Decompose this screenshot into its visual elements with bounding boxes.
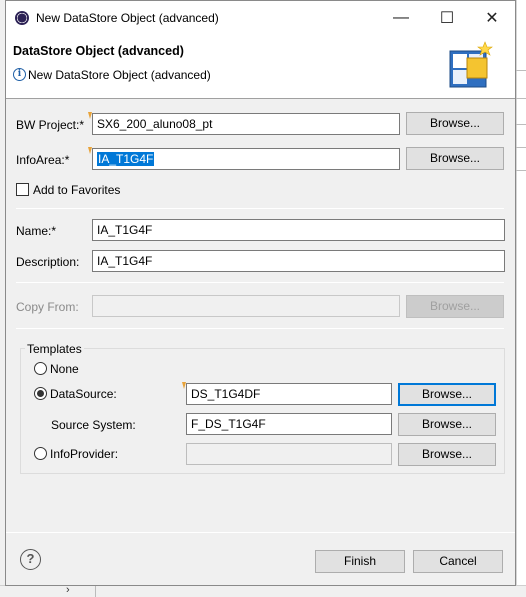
- bw-project-browse-button[interactable]: Browse...: [406, 112, 504, 135]
- bw-project-field[interactable]: SX6_200_aluno08_pt: [92, 113, 400, 135]
- add-to-favorites-label: Add to Favorites: [33, 183, 121, 197]
- infoprovider-browse-button[interactable]: Browse...: [398, 443, 496, 466]
- source-system-browse-button[interactable]: Browse...: [398, 413, 496, 436]
- title-bar[interactable]: New DataStore Object (advanced) — ☐ ✕: [6, 1, 515, 35]
- finish-button[interactable]: Finish: [315, 550, 405, 573]
- copy-from-browse-button[interactable]: Browse...: [406, 295, 504, 318]
- datasource-radio[interactable]: [34, 387, 47, 400]
- window-title: New DataStore Object (advanced): [36, 11, 219, 25]
- add-to-favorites-checkbox[interactable]: [16, 183, 29, 196]
- name-label: Name:*: [16, 224, 57, 238]
- datasource-label: DataSource:: [50, 387, 117, 401]
- separator: [16, 208, 504, 209]
- footer-separator: [6, 532, 515, 533]
- background-statusbar: [0, 585, 526, 597]
- background-divider: [95, 586, 96, 597]
- infoarea-browse-button[interactable]: Browse...: [406, 147, 504, 170]
- info-icon: i: [13, 68, 26, 81]
- infoarea-field[interactable]: IA_T1G4F: [92, 148, 400, 170]
- help-icon[interactable]: ?: [20, 549, 41, 570]
- maximize-button[interactable]: ☐: [424, 1, 470, 35]
- separator: [16, 282, 504, 283]
- templates-title: Templates: [25, 342, 84, 356]
- close-button[interactable]: ✕: [469, 1, 515, 35]
- background-divider: [516, 70, 526, 71]
- background-window-edge: [516, 0, 526, 597]
- header-title: DataStore Object (advanced): [13, 44, 184, 58]
- name-field[interactable]: IA_T1G4F: [92, 219, 505, 241]
- description-label: Description:: [16, 255, 80, 269]
- description-field[interactable]: IA_T1G4F: [92, 250, 505, 272]
- background-divider: [516, 98, 526, 99]
- source-system-field[interactable]: F_DS_T1G4F: [186, 413, 392, 435]
- eclipse-icon: [15, 11, 29, 25]
- datasource-field[interactable]: DS_T1G4DF: [186, 383, 392, 405]
- header-message: New DataStore Object (advanced): [28, 68, 211, 82]
- none-label: None: [50, 362, 79, 376]
- cancel-button[interactable]: Cancel: [413, 550, 503, 573]
- infoarea-selected-text: IA_T1G4F: [97, 152, 155, 166]
- infoprovider-radio[interactable]: [34, 447, 47, 460]
- separator: [16, 328, 504, 329]
- new-datastore-dialog: New DataStore Object (advanced) — ☐ ✕ Da…: [5, 0, 516, 586]
- minimize-button[interactable]: —: [378, 1, 424, 35]
- background-divider: [516, 170, 526, 171]
- source-system-label: Source System:: [51, 418, 136, 432]
- copy-from-field[interactable]: [92, 295, 400, 317]
- none-radio[interactable]: [34, 362, 47, 375]
- background-divider: [516, 124, 526, 125]
- infoarea-label: InfoArea:*: [16, 153, 70, 167]
- infoprovider-field[interactable]: [186, 443, 392, 465]
- wizard-header: DataStore Object (advanced) i New DataSt…: [6, 35, 515, 99]
- copy-from-label: Copy From:: [16, 300, 79, 314]
- bw-project-label: BW Project:*: [16, 118, 85, 132]
- background-divider: [516, 147, 526, 148]
- datasource-browse-button[interactable]: Browse...: [398, 383, 496, 406]
- infoprovider-label: InfoProvider:: [50, 447, 119, 461]
- datastore-wizard-icon: [449, 41, 493, 88]
